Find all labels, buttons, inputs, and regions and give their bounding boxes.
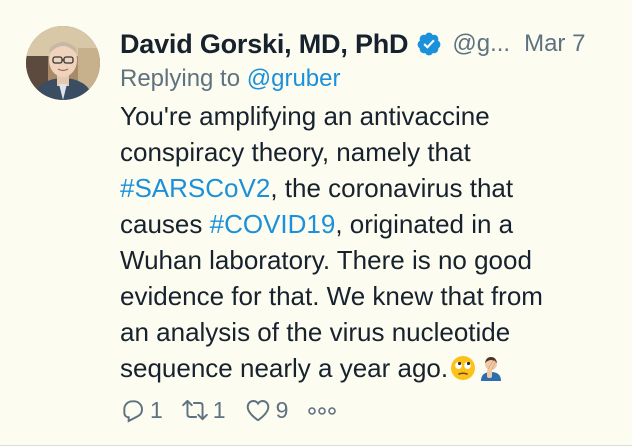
- reply-count: 1: [150, 396, 163, 423]
- person-facepalming-emoji: [478, 354, 504, 390]
- reply-button[interactable]: 1: [120, 397, 163, 424]
- like-button[interactable]: 9: [244, 396, 289, 424]
- more-button[interactable]: [306, 400, 338, 420]
- tweet-text-fragment: sequence nearly a year ago.: [120, 353, 449, 383]
- reply-icon: [120, 397, 146, 423]
- retweet-count: 1: [212, 396, 226, 423]
- author-handle[interactable]: @g...: [452, 30, 510, 58]
- author-name[interactable]: David Gorski, MD, PhD: [120, 29, 409, 60]
- tweet-date[interactable]: Mar 7: [524, 30, 585, 58]
- tweet-text-fragment: , the coronavirus that: [270, 173, 514, 203]
- more-icon: [306, 400, 338, 420]
- tweet-text-line: #SARSCoV2, the coronavirus that: [120, 170, 620, 206]
- tweet-text-line: an analysis of the virus nucleotide: [120, 317, 511, 347]
- reply-mention-link[interactable]: @gruber: [247, 65, 341, 92]
- tweet-text-line: causes #COVID19, originated in a: [120, 206, 620, 242]
- hashtag-link[interactable]: #SARSCoV2: [120, 173, 270, 203]
- tweet-text-fragment: , originated in a: [335, 209, 514, 239]
- tweet-text-fragment: causes: [120, 209, 210, 239]
- hashtag-link[interactable]: #COVID19: [210, 209, 336, 239]
- tweet-actions: 1 1 9: [120, 394, 356, 426]
- replying-to-label: Replying to: [120, 65, 241, 92]
- tweet-text-line: Wuhan laboratory. There is no good: [120, 245, 532, 275]
- tweet: David Gorski, MD, PhD @g... Mar 7 Replyi…: [0, 0, 632, 446]
- retweet-icon: [181, 397, 209, 423]
- like-icon: [244, 397, 272, 423]
- retweet-button[interactable]: 1: [181, 397, 226, 424]
- tweet-text-line: conspiracy theory, namely that: [120, 137, 471, 167]
- verified-badge-icon: [416, 31, 442, 57]
- tweet-text-line: sequence nearly a year ago.: [120, 350, 620, 390]
- replying-to: Replying to @gruber: [120, 65, 341, 93]
- tweet-text-line: evidence for that. We knew that from: [120, 281, 543, 311]
- avatar[interactable]: [26, 26, 100, 100]
- tweet-text: You're amplifying an antivaccine conspir…: [120, 98, 620, 390]
- tweet-text-line: You're amplifying an antivaccine: [120, 101, 490, 131]
- like-count: 9: [275, 396, 289, 423]
- tweet-header: David Gorski, MD, PhD @g... Mar 7: [120, 26, 625, 62]
- face-with-rolling-eyes-emoji: [450, 354, 476, 390]
